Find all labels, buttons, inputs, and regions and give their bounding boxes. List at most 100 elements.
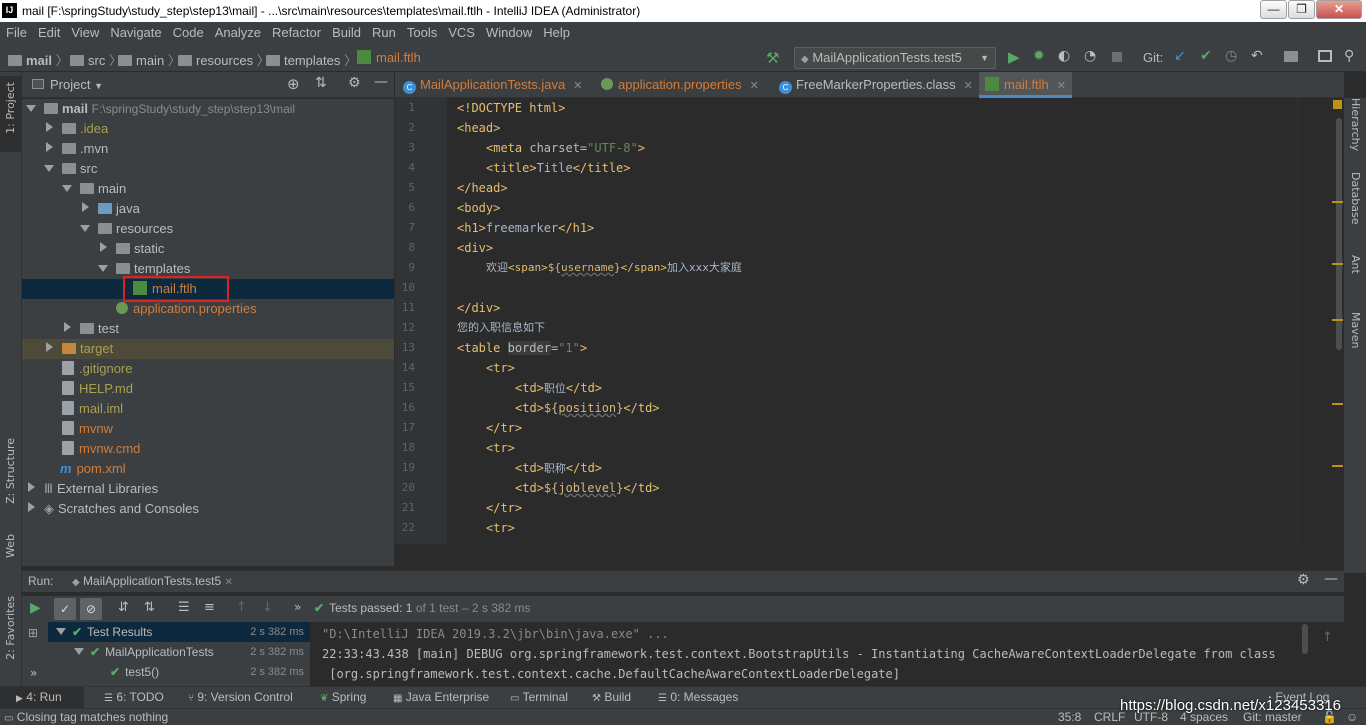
menu-help[interactable]: Help (537, 22, 575, 40)
structure-tool-tab[interactable]: Z: Structure (4, 438, 17, 504)
tree-item-mvnw-cmd[interactable]: mvnw.cmd (22, 439, 394, 459)
tree-item-target[interactable]: target (22, 339, 394, 359)
sort-duration-icon[interactable]: ⇅ (144, 600, 155, 615)
collapse-all-icon[interactable]: ⇅ (315, 75, 327, 91)
run-tool-tab[interactable]: ▶ 4: Run (16, 690, 62, 704)
breadcrumb-main[interactable]: main 〉 (118, 50, 181, 69)
menu-analyze[interactable]: Analyze (209, 22, 266, 40)
menu-code[interactable]: Code (167, 22, 209, 40)
close-tab-icon[interactable]: ✕ (1057, 80, 1066, 92)
hide-panel-icon[interactable]: — (1324, 571, 1338, 587)
editor-scrollbar[interactable] (1336, 118, 1342, 350)
database-tool-tab[interactable]: Database (1349, 172, 1362, 225)
sort-alpha-icon[interactable]: ⇵ (118, 600, 129, 615)
menu-navigate[interactable]: Navigate (104, 22, 166, 40)
todo-tool-tab[interactable]: ☰ 6: TODO (104, 690, 164, 704)
inspector-icon[interactable]: ☺ (1346, 710, 1358, 724)
warning-marker[interactable] (1332, 263, 1343, 265)
tab-mail-ftlh[interactable]: mail.ftlh ✕ (979, 72, 1073, 98)
presentation-icon[interactable] (1318, 50, 1332, 62)
tree-item-java[interactable]: java (22, 199, 394, 219)
tree-item-scratches[interactable]: ◈ Scratches and Consoles (22, 499, 394, 519)
stop-icon[interactable] (1112, 52, 1122, 62)
vcs-commit-icon[interactable]: ✔ (1200, 48, 1212, 64)
tree-item-help-md[interactable]: HELP.md (22, 379, 394, 399)
breadcrumb-mail[interactable]: mail 〉 (8, 50, 69, 69)
close-button[interactable]: ✕ (1316, 0, 1362, 19)
messages-tool-tab[interactable]: ☰ 0: Messages (658, 690, 738, 704)
breadcrumb-resources[interactable]: resources 〉 (178, 50, 270, 69)
close-tab-icon[interactable]: ✕ (573, 80, 582, 92)
hierarchy-tool-tab[interactable]: Hierarchy (1349, 98, 1362, 151)
show-passed-toggle[interactable]: ✓ (54, 598, 76, 620)
next-failed-icon[interactable]: ↓ (262, 600, 273, 615)
console-output[interactable]: "D:\IntelliJ IDEA 2019.3.2\jbr\bin\java.… (312, 622, 1308, 686)
maven-tool-tab[interactable]: Maven (1349, 312, 1362, 348)
spring-tool-tab[interactable]: ❦ Spring (320, 690, 366, 704)
more-icon[interactable]: » (30, 666, 37, 680)
java-enterprise-tool-tab[interactable]: ▦ Java Enterprise (393, 690, 489, 704)
profile-icon[interactable]: ◔ (1084, 48, 1096, 64)
menu-file[interactable]: File (0, 22, 32, 40)
breadcrumb-src[interactable]: src 〉 (70, 50, 122, 69)
menu-tools[interactable]: Tools (401, 22, 442, 40)
ant-tool-tab[interactable]: Ant (1349, 255, 1362, 274)
menu-edit[interactable]: Edit (32, 22, 65, 40)
menu-vcs[interactable]: VCS (442, 22, 480, 40)
gear-icon[interactable]: ⚙ (348, 75, 361, 91)
run-icon[interactable]: ▶ (1008, 48, 1020, 66)
hide-panel-icon[interactable]: — (374, 74, 388, 90)
tree-item-main[interactable]: main (22, 179, 394, 199)
more-icon[interactable]: » (294, 600, 301, 614)
tree-item-application-properties[interactable]: application.properties (22, 299, 394, 319)
show-ignored-toggle[interactable]: ⊘ (80, 598, 102, 620)
warning-marker[interactable] (1332, 201, 1343, 203)
tree-item-resources[interactable]: resources (22, 219, 394, 239)
tab-application-properties[interactable]: application.properties ✕ (595, 72, 765, 98)
terminal-tool-tab[interactable]: ▭ Terminal (510, 690, 568, 704)
import-tests-icon[interactable]: ⊞ (28, 626, 38, 640)
coverage-icon[interactable]: ◐ (1058, 48, 1070, 64)
close-tab-icon[interactable]: ✕ (964, 80, 973, 92)
close-tab-icon[interactable]: ✕ (224, 577, 232, 588)
breadcrumb-templates[interactable]: templates 〉 (266, 50, 357, 69)
console-scrollbar[interactable] (1302, 624, 1308, 654)
run-config-select[interactable]: ◆ MailApplicationTests.test5 ▼ (794, 47, 996, 69)
close-tab-icon[interactable]: ✕ (750, 80, 759, 92)
tree-item-test[interactable]: test (22, 319, 394, 339)
scroll-up-icon[interactable]: ↑ (1322, 630, 1333, 645)
warning-marker[interactable] (1332, 403, 1343, 405)
debug-bug-icon[interactable]: ✹ (1033, 48, 1045, 64)
tab-freemarkerproperties-class[interactable]: C FreeMarkerProperties.class ✕ (773, 72, 979, 98)
web-tool-tab[interactable]: Web (4, 534, 17, 558)
favorites-tool-tab[interactable]: 2: Favorites (4, 596, 17, 660)
tree-item-static[interactable]: static (22, 239, 394, 259)
rerun-icon[interactable]: ▶ (30, 600, 41, 616)
test-results-root[interactable]: ✔ Test Results 2 s 382 ms (48, 622, 310, 642)
warning-marker[interactable] (1332, 465, 1343, 467)
collapse-all-icon[interactable]: ≡ (204, 600, 215, 615)
menu-view[interactable]: View (65, 22, 104, 40)
tree-item-mail[interactable]: mail F:\springStudy\study_step\step13\ma… (22, 99, 394, 119)
rollback-icon[interactable]: ↶ (1251, 48, 1263, 64)
expand-all-icon[interactable]: ☰ (178, 600, 190, 615)
previous-failed-icon[interactable]: ↑ (236, 600, 247, 615)
gear-icon[interactable]: ⚙ (1297, 572, 1310, 588)
tree-item-pom-xml[interactable]: m pom.xml (22, 459, 394, 479)
project-view-select[interactable]: Project ▼ (50, 77, 103, 92)
tree-item-src[interactable]: src (22, 159, 394, 179)
warning-indicator-icon[interactable] (1333, 100, 1342, 109)
tree-item-gitignore[interactable]: .gitignore (22, 359, 394, 379)
code-editor[interactable]: <!DOCTYPE html> <head> <meta charset="UT… (447, 98, 1297, 544)
locate-target-icon[interactable]: ⊕ (287, 75, 300, 93)
cursor-position[interactable]: 35:8 (1058, 710, 1081, 724)
vcs-update-icon[interactable]: ↙ (1174, 48, 1186, 64)
build-tool-tab[interactable]: ⚒ Build (592, 690, 631, 704)
tree-item-mvn[interactable]: .mvn (22, 139, 394, 159)
project-tool-tab[interactable]: 1: Project (0, 76, 22, 152)
project-structure-icon[interactable] (1284, 51, 1298, 62)
search-everywhere-icon[interactable]: ⚲ (1344, 48, 1354, 64)
tree-item-mail-iml[interactable]: mail.iml (22, 399, 394, 419)
menu-build[interactable]: Build (326, 22, 366, 40)
tree-item-external-libraries[interactable]: Ⅲ External Libraries (22, 479, 394, 499)
